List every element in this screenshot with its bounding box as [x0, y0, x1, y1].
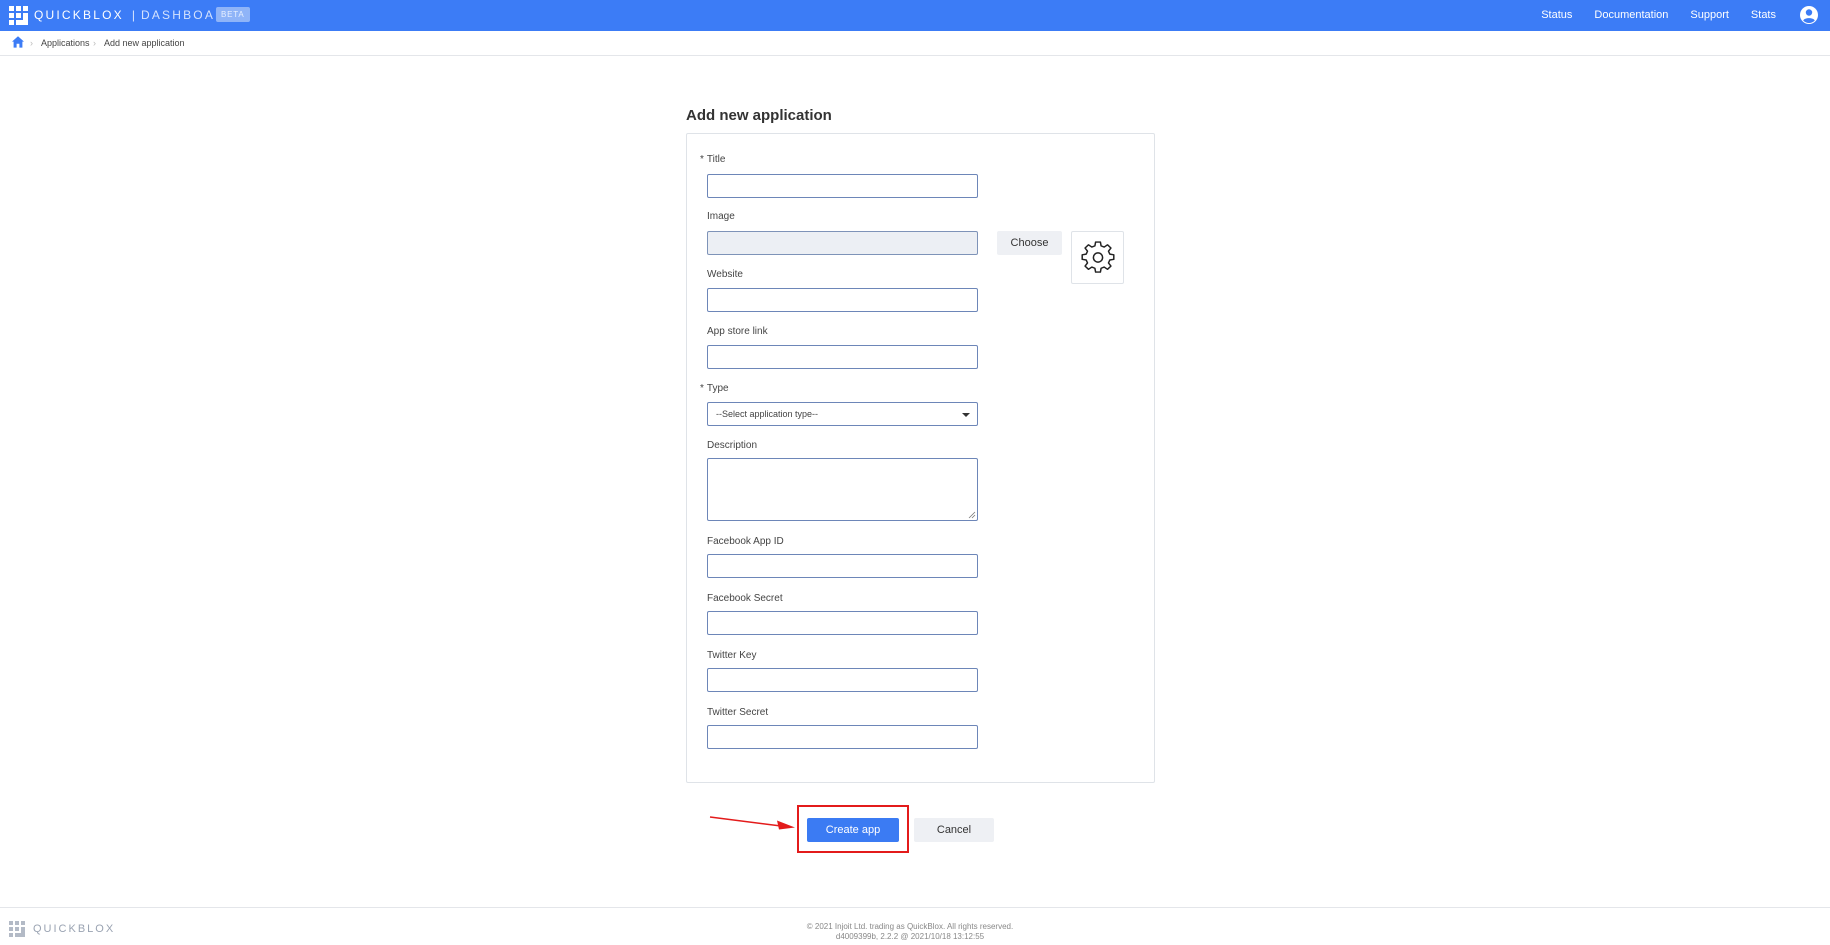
- type-label-text: Type: [706, 383, 729, 394]
- copyright-text: © 2021 Injoit Ltd. trading as QuickBlox.…: [806, 922, 1014, 931]
- user-account-icon[interactable]: [1799, 5, 1819, 25]
- facebook-secret-label: Facebook Secret: [707, 593, 783, 604]
- type-label: * Type: [700, 383, 729, 394]
- facebook-app-id-label: Facebook App ID: [707, 536, 784, 547]
- description-textarea[interactable]: [707, 458, 978, 521]
- brand-separator: |: [131, 8, 135, 22]
- home-icon[interactable]: [11, 35, 25, 49]
- choose-image-button[interactable]: Choose: [997, 231, 1062, 255]
- top-navbar: QUICKBLOX | DASHBOARD BETA Status Document…: [0, 0, 1830, 31]
- description-label: Description: [707, 440, 758, 451]
- caret-down-icon: [962, 413, 970, 417]
- website-input[interactable]: [707, 288, 978, 312]
- image-path-input: [707, 231, 978, 255]
- title-label-text: Title: [706, 154, 726, 165]
- create-app-button[interactable]: Create app: [807, 818, 899, 842]
- resize-grip-icon[interactable]: [968, 511, 976, 519]
- application-type-select[interactable]: --Select application type--: [707, 402, 978, 426]
- twitter-key-input[interactable]: [707, 668, 978, 692]
- image-preview: [1071, 231, 1124, 284]
- required-marker: *: [700, 383, 704, 394]
- brand-name: QUICKBLOX: [34, 8, 124, 22]
- required-marker: *: [700, 154, 704, 165]
- cancel-button[interactable]: Cancel: [914, 818, 994, 842]
- title-input[interactable]: [707, 174, 978, 198]
- app-store-link-input[interactable]: [707, 345, 978, 369]
- beta-badge: BETA: [216, 7, 250, 22]
- annotation-arrow-icon: [709, 816, 795, 830]
- twitter-secret-input[interactable]: [707, 725, 978, 749]
- twitter-key-label: Twitter Key: [707, 650, 757, 661]
- twitter-secret-label: Twitter Secret: [707, 707, 769, 718]
- nav-documentation-link[interactable]: Documentation: [1594, 9, 1668, 21]
- page-title: Add new application: [686, 107, 832, 124]
- breadcrumb-separator-icon: ›: [93, 38, 96, 48]
- quickblox-logo-icon[interactable]: [9, 6, 28, 25]
- website-label: Website: [707, 269, 743, 280]
- breadcrumb-current: Add new application: [104, 38, 185, 48]
- nav-status-link[interactable]: Status: [1541, 9, 1572, 21]
- breadcrumb-applications[interactable]: Applications: [41, 38, 90, 48]
- build-info: d4009399b, 2.2.2 @ 2021/10/18 13:12:55: [835, 932, 985, 941]
- breadcrumb-separator-icon: ›: [30, 38, 33, 48]
- application-type-selected: --Select application type--: [716, 409, 819, 419]
- brand-title[interactable]: QUICKBLOX | DASHBOARD: [34, 8, 237, 22]
- title-label: * Title: [700, 154, 725, 165]
- facebook-app-id-input[interactable]: [707, 554, 978, 578]
- facebook-secret-input[interactable]: [707, 611, 978, 635]
- breadcrumb: › Applications › Add new application: [0, 31, 1830, 56]
- top-nav-links: Status Documentation Support Stats: [1519, 9, 1776, 21]
- footer: QUICKBLOX © 2021 Injoit Ltd. trading as …: [0, 907, 1830, 945]
- nav-stats-link[interactable]: Stats: [1751, 9, 1776, 21]
- nav-support-link[interactable]: Support: [1690, 9, 1729, 21]
- app-store-link-label: App store link: [707, 326, 768, 337]
- gear-icon: [1080, 240, 1115, 273]
- image-label: Image: [707, 211, 735, 222]
- footer-copyright: © 2021 Injoit Ltd. trading as QuickBlox.…: [0, 922, 1820, 942]
